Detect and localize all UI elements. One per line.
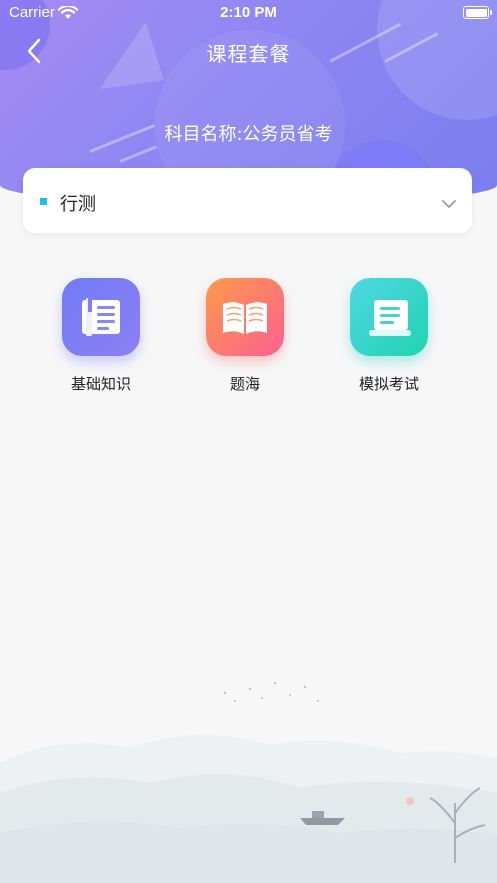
page-title: 课程套餐 [206,42,291,66]
battery-icon [463,6,492,19]
status-time: 2:10 PM [220,4,277,21]
subject-name: 科目名称:公务员省考 [164,124,333,145]
open-book-icon [206,278,284,356]
scroll-icon [350,278,428,356]
feature-label: 基础知识 [70,375,131,393]
feature-label: 题海 [229,375,260,393]
category-dropdown[interactable]: 行测 [23,168,472,233]
decor-line [119,145,158,163]
feature-mock-exam[interactable]: 模拟考试 [334,278,444,394]
category-selected-value: 行测 [60,194,96,215]
landscape-illustration [0,681,497,883]
feature-basic-knowledge[interactable]: 基础知识 [46,278,156,394]
feature-question-bank[interactable]: 题海 [190,278,300,394]
status-bar: Carrier 2:10 PM [0,0,497,26]
chevron-down-icon [442,194,456,213]
marker-square [40,198,47,205]
book-list-icon [62,278,140,356]
feature-label: 模拟考试 [358,375,419,393]
